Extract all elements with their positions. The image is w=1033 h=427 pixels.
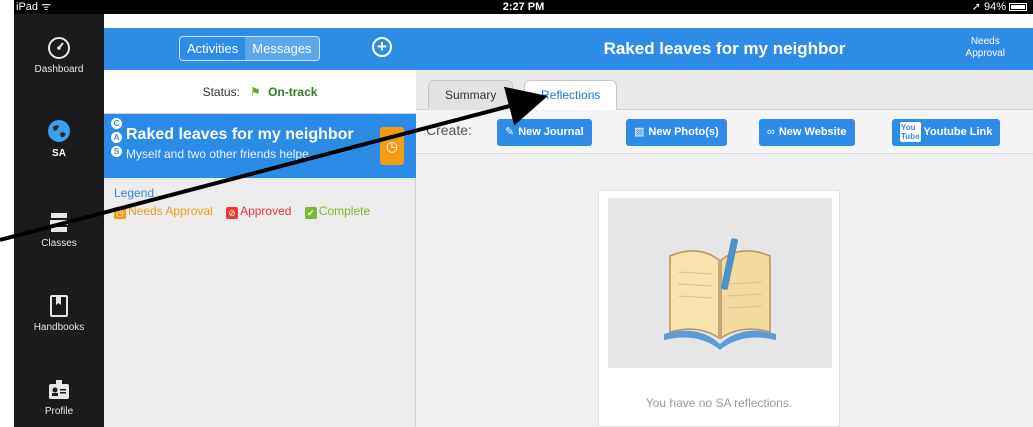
category-badges: C A S [111, 118, 122, 160]
create-toolbar: Create: ✎ New Journal ▨ New Photo(s) ∞ New … [416, 110, 1033, 154]
battery-indicator: ➚ 94% [972, 0, 1027, 14]
main-sidebar: Dashboard SA Classes Handbooks Profile [14, 14, 104, 427]
badge-a: A [111, 132, 122, 143]
sidebar-item-classes[interactable]: Classes [14, 210, 104, 249]
open-book-icon [664, 238, 776, 350]
sidebar-item-label: Handbooks [33, 322, 85, 333]
youtube-icon: You Tube [900, 122, 921, 143]
sidebar-item-label: Dashboard [34, 64, 84, 75]
new-website-button[interactable]: ∞ New Website [759, 119, 855, 146]
globe-icon [48, 120, 70, 142]
list-item-selected[interactable]: C A S Raked leaves for my neighbor Mysel… [104, 114, 416, 178]
list-header: Activities Messages + [104, 28, 416, 70]
sidebar-item-label: SA [52, 148, 66, 159]
new-photo-button[interactable]: ▨ New Photo(s) [626, 119, 727, 146]
tab-summary[interactable]: Summary [428, 80, 514, 110]
activity-detail-pane: Raked leaves for my neighbor Needs Appro… [416, 28, 1033, 427]
needs-approval-state: ◷ [380, 127, 404, 165]
activity-list-pane: Activities Messages + Status: ⚑ On-track… [104, 28, 416, 427]
sidebar-item-label: Classes [41, 238, 77, 249]
sidebar-item-dashboard[interactable]: Dashboard [14, 36, 104, 75]
segmented-control: Activities Messages [179, 36, 320, 61]
empty-reflections-card: You have no SA reflections. [598, 190, 840, 427]
detail-header: Raked leaves for my neighbor Needs Appro… [416, 28, 1033, 70]
segment-activities[interactable]: Activities [180, 37, 246, 60]
sidebar-item-sa[interactable]: SA [14, 118, 104, 159]
books-icon [50, 213, 68, 232]
edit-icon: ✎ [505, 126, 515, 138]
legend-approved: ⊘ Approved [226, 204, 291, 219]
list-item-title: Raked leaves for my neighbor [126, 126, 354, 143]
flag-icon: ⚑ [249, 85, 261, 99]
photo-icon: ▨ [634, 126, 645, 138]
handbook-icon [50, 295, 68, 317]
status-bar: iPad ᯤ 2:27 PM ➚ 94% [14, 0, 1033, 14]
open-book-illustration [608, 198, 832, 368]
status-value: On-track [268, 85, 318, 99]
clock-icon: ◷ [385, 138, 399, 154]
battery-icon [1009, 3, 1027, 11]
empty-state-message: You have no SA reflections. [645, 396, 793, 410]
clock-icon: ◷ [114, 207, 126, 219]
badge-c: C [111, 118, 122, 129]
youtube-link-button[interactable]: You Tube Youtube Link [892, 119, 1001, 146]
id-badge-icon [49, 380, 69, 399]
tab-bar: Summary Reflections [416, 70, 1033, 110]
plus-icon: + [377, 37, 387, 56]
tab-reflections[interactable]: Reflections [524, 80, 618, 110]
needs-approval-status[interactable]: Needs Approval [966, 36, 1005, 60]
list-item-subtitle: Myself and two other friends helpe... [126, 147, 319, 161]
badge-s: S [111, 146, 122, 157]
create-label: Create: [426, 122, 472, 138]
approved-icon: ⊘ [226, 207, 239, 219]
status-label: Status: [202, 85, 240, 99]
sidebar-item-label: Profile [44, 406, 74, 417]
ipad-screen: iPad ᯤ 2:27 PM ➚ 94% Dashboard SA Classe… [0, 0, 1033, 427]
dashboard-icon [48, 37, 70, 59]
legend-title: Legend [114, 186, 155, 200]
sidebar-item-profile[interactable]: Profile [14, 378, 104, 417]
legend: Legend ◷ Needs Approval ⊘ Approved ✔ Comple… [114, 186, 380, 219]
clock: 2:27 PM [502, 1, 545, 13]
new-journal-button[interactable]: ✎ New Journal [497, 119, 592, 146]
segment-messages[interactable]: Messages [245, 37, 319, 60]
legend-needs-approval: ◷ Needs Approval [114, 204, 213, 219]
page-title: Raked leaves for my neighbor [603, 39, 846, 58]
link-icon: ∞ [767, 126, 775, 138]
add-activity-button[interactable]: + [372, 37, 392, 57]
sidebar-item-handbooks[interactable]: Handbooks [14, 294, 104, 333]
legend-complete: ✔ Complete [304, 204, 370, 219]
status-row: Status: ⚑ On-track [104, 70, 416, 114]
check-icon: ✔ [304, 207, 317, 219]
